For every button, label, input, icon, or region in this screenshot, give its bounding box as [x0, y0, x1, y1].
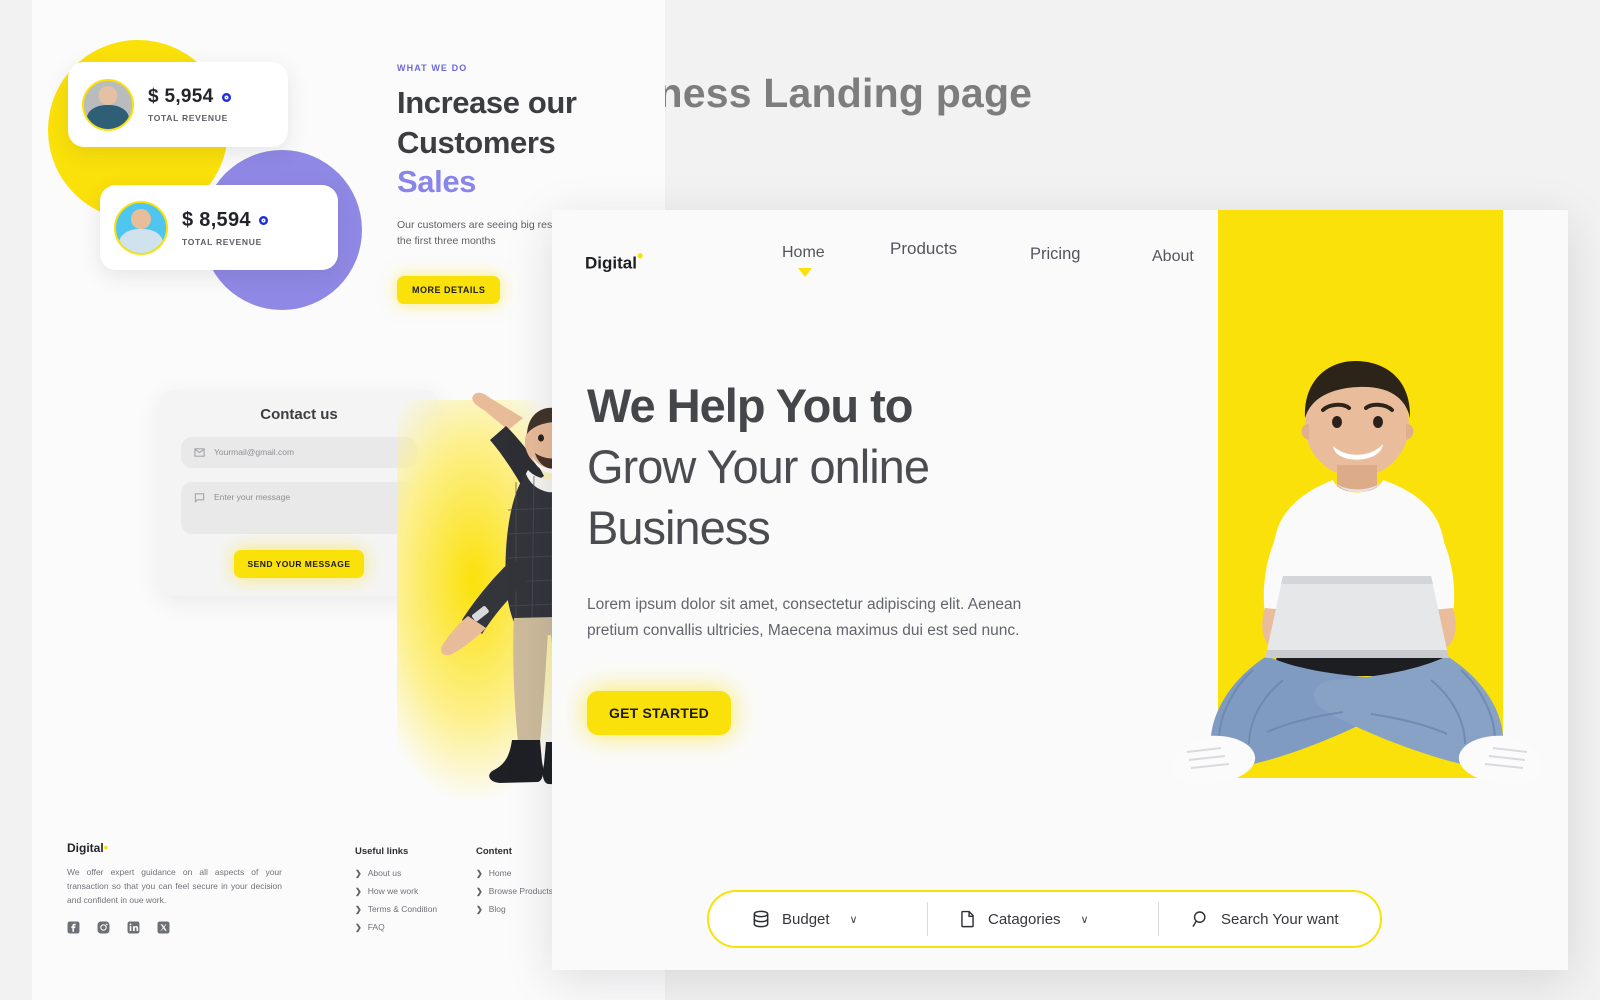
contact-title: Contact us [260, 406, 338, 423]
revenue-amount: $ 5,954 [148, 86, 231, 108]
email-field[interactable]: Yourmail@gmail.com [181, 437, 417, 468]
hero-section: We Help You to Grow Your online Business… [587, 375, 1057, 736]
brand-logo[interactable]: Digital• [585, 246, 643, 274]
sitting-man-photo [1171, 360, 1543, 785]
revenue-card: $ 8,594 TOTAL REVENUE [100, 185, 338, 270]
hero-heading-line-3: Business [587, 497, 771, 558]
revenue-label: TOTAL REVENUE [148, 113, 228, 123]
revenue-amount-value: $ 8,594 [182, 208, 251, 231]
revenue-card: $ 5,954 TOTAL REVENUE [68, 62, 288, 147]
footer-link[interactable]: ❯ About us [355, 868, 437, 878]
footer-column-content: Content ❯ Home ❯ Browse Products ❯ Blog [476, 846, 553, 922]
heading-accent: Sales [397, 164, 477, 200]
nav-item-about[interactable]: About [1152, 248, 1194, 266]
mail-icon [194, 448, 205, 457]
hero-heading-line-3-text: Business [587, 501, 771, 555]
categories-dropdown[interactable]: Catagories ∨ [928, 910, 1158, 929]
message-icon [194, 493, 205, 503]
footer-link[interactable]: ❯ Blog [476, 904, 553, 914]
footer-link-label: FAQ [367, 922, 385, 932]
search-bar: Budget ∨ Catagories ∨ Search Your want [707, 890, 1382, 948]
navbar: Digital• Home Products Pricing About [552, 234, 1568, 294]
budget-label: Budget [782, 910, 830, 928]
chevron-down-icon: ∨ [1080, 913, 1089, 926]
footer-link-label: Terms & Condition [367, 904, 438, 914]
heading-line-2: Customers [397, 124, 556, 160]
chevron-right-icon: ❯ [355, 922, 362, 932]
chevron-right-icon: ❯ [476, 868, 483, 878]
nav-item-pricing[interactable]: Pricing [1030, 245, 1080, 264]
linkedin-icon[interactable] [127, 921, 140, 939]
search-icon [1192, 910, 1206, 927]
active-nav-caret-icon [798, 268, 812, 277]
footer-description: We offer expert guidance on all aspects … [67, 867, 282, 906]
message-field[interactable]: Enter your message [181, 482, 417, 534]
footer-logo-text: Digital [67, 841, 104, 855]
nav-item-home[interactable]: Home [782, 244, 825, 262]
email-placeholder: Yourmail@gmail.com [214, 447, 295, 457]
revenue-amount: $ 8,594 [182, 209, 268, 232]
search-input[interactable]: Search Your want [1159, 910, 1380, 929]
footer-logo-dot-icon: • [103, 840, 109, 855]
footer-link[interactable]: ❯ Terms & Condition [355, 904, 437, 914]
avatar [114, 200, 168, 255]
document-icon [961, 910, 974, 927]
database-icon [753, 910, 769, 928]
status-dot-icon [221, 92, 231, 102]
landing-page-preview: Digital• Home Products Pricing About We … [552, 210, 1568, 970]
get-started-button[interactable]: GET STARTED [587, 691, 731, 736]
footer-column-useful-links: Useful links ❯ About us ❯ How we work ❯ Ter… [355, 846, 437, 940]
brand-name: Digital [585, 253, 637, 273]
footer-link[interactable]: ❯ Browse Products [476, 886, 553, 896]
hero-heading-line-2: Grow Your online [587, 440, 930, 494]
search-placeholder: Search Your want [1221, 910, 1339, 928]
more-details-button[interactable]: MORE DETAILS [397, 275, 501, 304]
footer-link-label: How we work [367, 886, 419, 896]
brand-dot-icon: • [636, 246, 644, 266]
hero-paragraph: Lorem ipsum dolor sit amet, consectetur … [587, 596, 1022, 639]
instagram-icon[interactable] [97, 921, 110, 939]
chevron-right-icon: ❯ [355, 868, 362, 878]
send-message-button[interactable]: SEND YOUR MESSAGE [233, 550, 365, 578]
section-heading: Increase our Customers Sales [397, 83, 627, 202]
status-dot-icon [258, 215, 268, 225]
nav-item-products[interactable]: Products [890, 239, 957, 259]
message-placeholder: Enter your message [214, 492, 291, 502]
x-twitter-icon[interactable] [157, 921, 170, 939]
heading-line-1: Increase our [397, 85, 577, 120]
avatar [82, 78, 134, 131]
budget-dropdown[interactable]: Budget ∨ [709, 909, 927, 929]
chevron-right-icon: ❯ [476, 904, 483, 914]
categories-label: Catagories [988, 910, 1061, 928]
section-eyebrow: WHAT WE DO [397, 63, 468, 73]
footer-column-heading: Useful links [355, 846, 409, 857]
revenue-amount-value: $ 5,954 [148, 86, 214, 107]
footer-link-label: Blog [488, 904, 506, 914]
chevron-right-icon: ❯ [355, 886, 362, 896]
footer-link[interactable]: ❯ How we work [355, 886, 437, 896]
chevron-right-icon: ❯ [355, 904, 362, 914]
footer-link-label: Browse Products [488, 886, 553, 896]
hero-heading-line-1: We Help You to [587, 379, 913, 432]
footer-link[interactable]: ❯ Home [476, 868, 553, 878]
chevron-right-icon: ❯ [476, 886, 483, 896]
footer-link-label: Home [488, 868, 512, 878]
revenue-label: TOTAL REVENUE [182, 236, 262, 247]
footer-link[interactable]: ❯ FAQ [355, 922, 437, 932]
hero-heading: We Help You to Grow Your online Business [587, 375, 1057, 558]
footer-column-heading: Content [476, 846, 512, 857]
facebook-icon[interactable] [67, 921, 80, 939]
footer-link-label: About us [367, 868, 402, 878]
chevron-down-icon: ∨ [849, 913, 858, 926]
